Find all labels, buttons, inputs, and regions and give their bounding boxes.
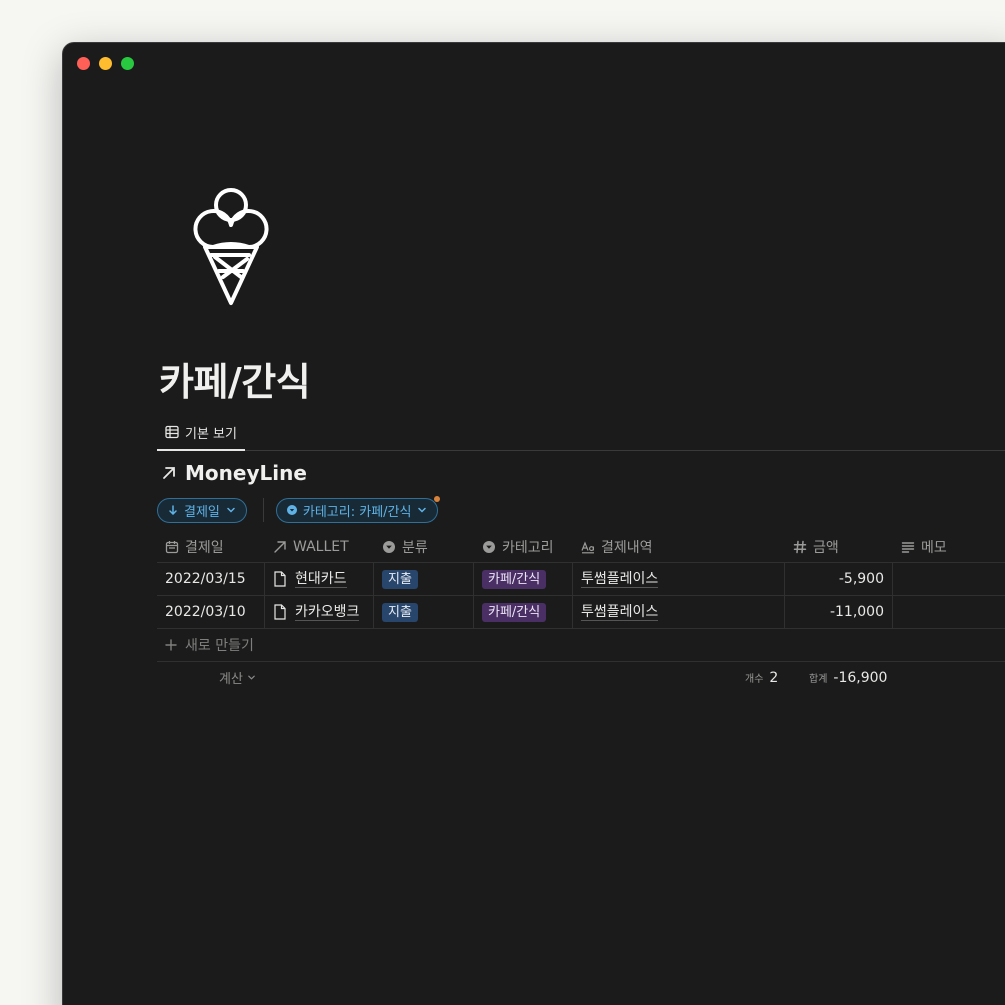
wallet-page-link[interactable]: 카카오뱅크 [273,603,360,621]
filter-active-dot [434,495,441,502]
database-table: 결제일 WALLET 분류 카테고리 결제내역 금액 메모 2022/03/15… [157,531,1005,692]
minimize-window-button[interactable] [99,57,112,70]
column-header-detail[interactable]: 결제내역 [573,531,785,562]
column-label: 메모 [921,539,947,556]
filter-divider [262,498,264,522]
arrow-down-icon [169,505,177,515]
cell-amount[interactable]: -11,000 [785,596,893,628]
cell-detail[interactable]: 투썸플레이스 [573,596,785,628]
detail-text: 투썸플레이스 [581,570,659,588]
select-icon [286,505,297,515]
cell-wallet[interactable]: 현대카드 [265,563,374,595]
maximize-window-button[interactable] [121,57,134,70]
select-icon [483,540,495,553]
cell-amount[interactable]: -5,900 [785,563,893,595]
page-icon [274,571,286,587]
sum-key: 합계 [809,674,828,685]
count-summary[interactable]: 개수 2 [745,670,778,686]
sum-summary[interactable]: 합계 -16,900 [809,670,887,686]
table-row[interactable]: 2022/03/10 카카오뱅크 지출 카페/간식 투썸플레이스 -11,000 [157,596,1005,629]
column-header-type[interactable]: 분류 [374,531,474,562]
database-title-text: MoneyLine [185,461,307,485]
cell-category[interactable]: 카페/간식 [474,563,573,595]
calculate-label: 계산 [219,672,243,687]
chevron-down-icon [248,675,255,680]
column-header-category[interactable]: 카테고리 [474,531,573,562]
chevron-down-icon [227,507,235,513]
wallet-label: 카카오뱅크 [295,603,360,621]
hash-icon [793,540,807,553]
table-row[interactable]: 2022/03/15 현대카드 지출 카페/간식 투썸플레이스 -5,900 [157,563,1005,596]
count-key: 개수 [745,674,764,685]
cell-memo[interactable] [893,563,1005,595]
tab-label: 기본 보기 [185,426,237,442]
cell-date[interactable]: 2022/03/15 [157,563,265,595]
cell-wallet[interactable]: 카카오뱅크 [265,596,374,628]
calculation-row: 계산 개수 2 합계 -16,900 [157,662,1005,692]
filter-bar: 결제일 카테고리: 카페/간식 [157,495,441,523]
view-tabs: 기본 보기 [157,415,1005,451]
cell-type[interactable]: 지출 [374,563,474,595]
ice-cream-icon[interactable] [191,181,271,309]
close-window-button[interactable] [77,57,90,70]
column-header-wallet[interactable]: WALLET [265,531,374,562]
filter-chip-label: 카테고리: 카페/간식 [302,504,412,520]
type-tag: 지출 [382,569,418,589]
tab-default-view[interactable]: 기본 보기 [157,415,245,451]
cell-memo[interactable] [893,596,1005,628]
plus-icon [165,639,177,651]
cell-type[interactable]: 지출 [374,596,474,628]
cell-date[interactable]: 2022/03/10 [157,596,265,628]
column-header-date[interactable]: 결제일 [157,531,265,562]
relation-arrow-icon [274,540,286,553]
count-value: 2 [769,670,779,686]
sort-chip-label: 결제일 [184,504,220,520]
detail-text: 투썸플레이스 [581,603,659,621]
column-label: 분류 [402,539,428,556]
sum-value: -16,900 [833,670,888,686]
category-tag: 카페/간식 [482,569,547,589]
text-aa-icon [581,540,595,553]
column-label: 결제일 [185,539,224,556]
arrow-up-right-icon [163,467,175,479]
page-title: 카페/간식 [159,360,311,404]
column-header-memo[interactable]: 메모 [893,531,1005,562]
window-controls [77,57,134,70]
cell-category[interactable]: 카페/간식 [474,596,573,628]
sort-chip-date[interactable]: 결제일 [157,497,247,523]
page-icon [274,604,286,620]
column-header-amount[interactable]: 금액 [785,531,893,562]
lines-icon [901,541,915,553]
column-label: 결제내역 [601,539,653,556]
table-icon [165,425,179,439]
calendar-icon [165,540,179,553]
new-row-button[interactable]: 새로 만들기 [157,629,1005,662]
database-title[interactable]: MoneyLine [161,461,307,485]
column-label: 카테고리 [502,539,554,556]
new-row-label: 새로 만들기 [185,638,254,654]
column-label: WALLET [293,538,349,555]
filter-chip-category[interactable]: 카테고리: 카페/간식 [275,495,441,523]
cell-detail[interactable]: 투썸플레이스 [573,563,785,595]
type-tag: 지출 [382,602,418,622]
wallet-label: 현대카드 [295,570,347,588]
select-icon [383,540,395,553]
wallet-page-link[interactable]: 현대카드 [273,571,347,588]
category-tag: 카페/간식 [482,602,547,622]
column-label: 금액 [813,539,839,556]
calculate-button[interactable]: 계산 [219,668,256,687]
app-window: 카페/간식 기본 보기 MoneyLine 결제일 카테고리: 카페/간식 결제… [62,42,1005,1005]
chevron-down-icon [418,507,427,513]
table-header: 결제일 WALLET 분류 카테고리 결제내역 금액 메모 [157,531,1005,563]
